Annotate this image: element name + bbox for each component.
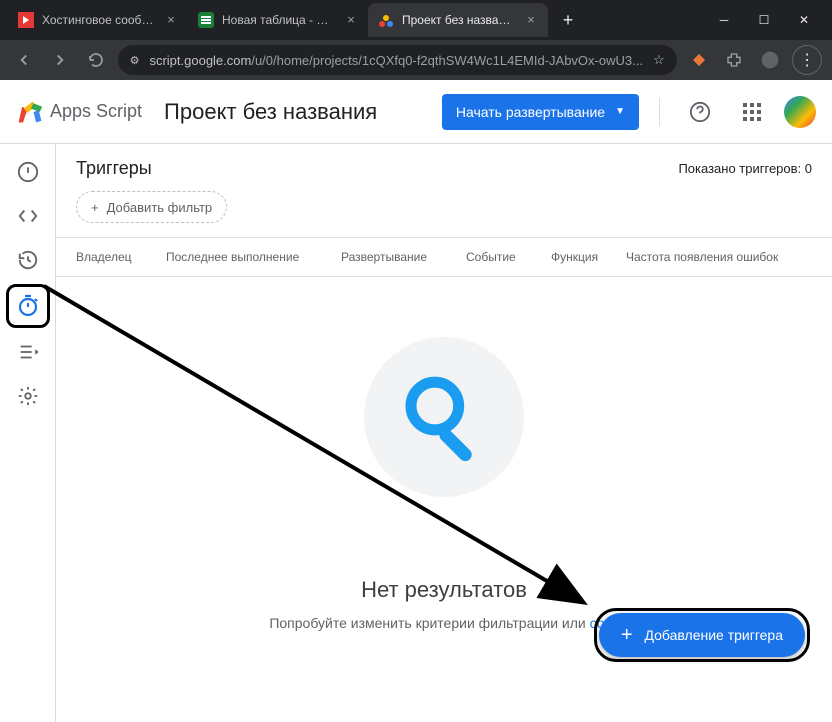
close-icon[interactable]: ×: [164, 13, 178, 27]
col-error-rate: Частота появления ошибок: [626, 250, 812, 264]
deploy-button[interactable]: Начать развертывание ▼: [442, 94, 639, 130]
empty-title: Нет результатов: [361, 577, 527, 603]
back-button[interactable]: [10, 46, 38, 74]
tab-title: Хостинговое сообщество: [42, 13, 156, 27]
filter-row: + Добавить фильтр: [56, 187, 832, 237]
minimize-button[interactable]: ─: [704, 3, 744, 37]
extension-icon[interactable]: [685, 46, 713, 74]
add-filter-button[interactable]: + Добавить фильтр: [76, 191, 227, 223]
browser-menu-button[interactable]: ⋮: [792, 45, 822, 75]
star-icon[interactable]: ☆: [653, 52, 665, 68]
tab-bar: Хостинговое сообщество × Новая таблица -…: [0, 0, 832, 40]
close-window-button[interactable]: ✕: [784, 3, 824, 37]
sidebar-overview[interactable]: [8, 152, 48, 192]
add-trigger-button[interactable]: + Добавление триггера: [599, 613, 805, 657]
sidebar-editor[interactable]: [8, 196, 48, 236]
logo-text: Apps Script: [50, 101, 142, 122]
new-tab-button[interactable]: +: [554, 6, 582, 34]
tab-favicon: [18, 12, 34, 28]
sidebar-settings[interactable]: [8, 376, 48, 416]
url-input[interactable]: ⚙ script.google.com/u/0/home/projects/1c…: [118, 45, 677, 75]
tab-title: Проект без названия - Три: [402, 13, 516, 27]
empty-subtitle: Попробуйте изменить критерии фильтрации …: [269, 615, 618, 631]
help-button[interactable]: [680, 92, 720, 132]
reload-button[interactable]: [82, 46, 110, 74]
col-function: Функция: [551, 250, 626, 264]
col-owner: Владелец: [76, 250, 166, 264]
sidebar: [0, 144, 56, 722]
tab-1[interactable]: Хостинговое сообщество ×: [8, 3, 188, 37]
page-title: Триггеры: [76, 158, 152, 179]
search-icon: [364, 337, 524, 497]
plus-icon: +: [91, 200, 99, 215]
profile-icon[interactable]: [756, 46, 784, 74]
col-event: Событие: [466, 250, 551, 264]
project-title[interactable]: Проект без названия: [164, 99, 377, 125]
apps-script-logo[interactable]: Apps Script: [16, 98, 142, 126]
add-trigger-label: Добавление триггера: [645, 627, 784, 643]
app-header: Apps Script Проект без названия Начать р…: [0, 80, 832, 144]
chevron-down-icon: ▼: [615, 106, 625, 117]
sidebar-history[interactable]: [8, 240, 48, 280]
add-filter-label: Добавить фильтр: [107, 200, 213, 215]
maximize-button[interactable]: ☐: [744, 3, 784, 37]
close-icon[interactable]: ×: [344, 13, 358, 27]
tab-favicon: [378, 12, 394, 28]
deploy-label: Начать развертывание: [456, 104, 605, 120]
close-icon[interactable]: ×: [524, 13, 538, 27]
apps-script-icon: [16, 98, 44, 126]
account-avatar[interactable]: [784, 96, 816, 128]
page-header: Триггеры Показано триггеров: 0: [56, 144, 832, 187]
tab-2[interactable]: Новая таблица - Google Т ×: [188, 3, 368, 37]
google-apps-button[interactable]: [732, 92, 772, 132]
table-header: Владелец Последнее выполнение Развертыва…: [56, 237, 832, 277]
window-controls: ─ ☐ ✕: [704, 3, 824, 37]
browser-chrome: Хостинговое сообщество × Новая таблица -…: [0, 0, 832, 80]
plus-icon: +: [621, 624, 633, 647]
address-bar: ⚙ script.google.com/u/0/home/projects/1c…: [0, 40, 832, 80]
tab-3[interactable]: Проект без названия - Три ×: [368, 3, 548, 37]
forward-button[interactable]: [46, 46, 74, 74]
sidebar-executions[interactable]: [8, 332, 48, 372]
sidebar-triggers[interactable]: [6, 284, 50, 328]
tab-title: Новая таблица - Google Т: [222, 13, 336, 27]
trigger-count: Показано триггеров: 0: [678, 161, 812, 176]
extensions-button[interactable]: [720, 46, 748, 74]
url-text: script.google.com/u/0/home/projects/1cQX…: [149, 53, 643, 68]
col-last-run: Последнее выполнение: [166, 250, 341, 264]
col-deployment: Развертывание: [341, 250, 466, 264]
divider: [659, 98, 660, 126]
site-settings-icon[interactable]: ⚙: [130, 54, 140, 67]
add-trigger-highlight: + Добавление триггера: [594, 608, 810, 662]
tab-favicon: [198, 12, 214, 28]
